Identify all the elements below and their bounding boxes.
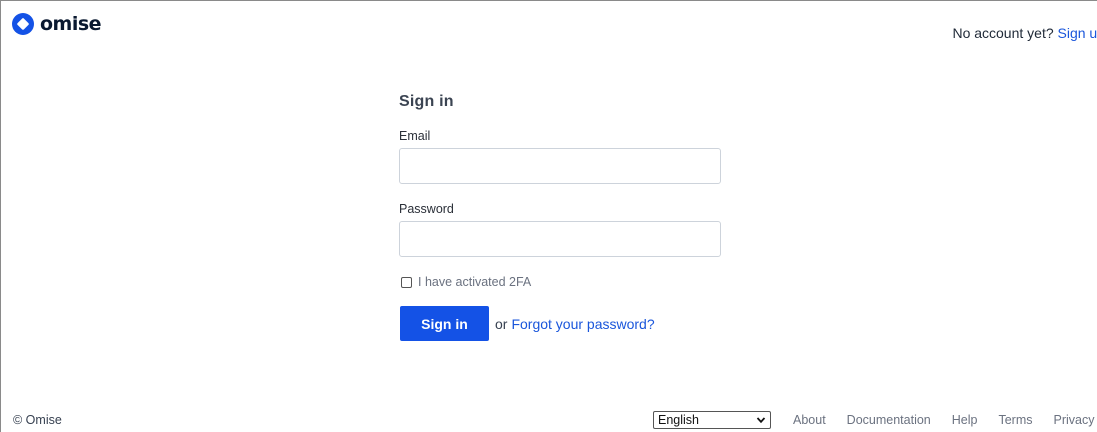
or-text: or [495,315,508,332]
footer-link-privacy[interactable]: Privacy [1054,413,1095,427]
email-label: Email [399,129,431,143]
email-field[interactable] [399,148,721,184]
no-account-text: No account yet? [952,25,1054,41]
omise-logo-icon [12,13,34,35]
language-selected: English [658,413,699,427]
omise-logo[interactable]: omise [12,13,102,35]
password-label: Password [399,202,454,216]
language-select[interactable]: English [653,411,771,429]
footer-nav: English About Documentation Help Terms P… [653,411,1094,429]
twofa-row: I have activated 2FA [399,275,721,289]
password-field[interactable] [399,221,721,257]
footer-link-about[interactable]: About [793,413,826,427]
chevron-down-icon [756,417,766,424]
twofa-label[interactable]: I have activated 2FA [418,275,531,289]
forgot-password-link[interactable]: Forgot your password? [511,316,654,332]
signup-link[interactable]: Sign up [1058,25,1097,41]
footer-link-help[interactable]: Help [952,413,978,427]
footer-link-documentation[interactable]: Documentation [847,413,931,427]
twofa-checkbox[interactable] [401,276,412,288]
form-actions: Sign in or Forgot your password? [399,306,721,341]
footer-link-terms[interactable]: Terms [998,413,1032,427]
signin-button[interactable]: Sign in [400,306,489,341]
signin-form: Sign in Email Password I have activated … [399,93,721,341]
copyright: © Omise [13,413,62,427]
page-title: Sign in [399,93,454,110]
logo-text: omise [40,13,102,35]
signup-prompt: No account yet? Sign up [952,25,1097,41]
page: omise No account yet? Sign up Sign in Em… [0,0,1097,432]
